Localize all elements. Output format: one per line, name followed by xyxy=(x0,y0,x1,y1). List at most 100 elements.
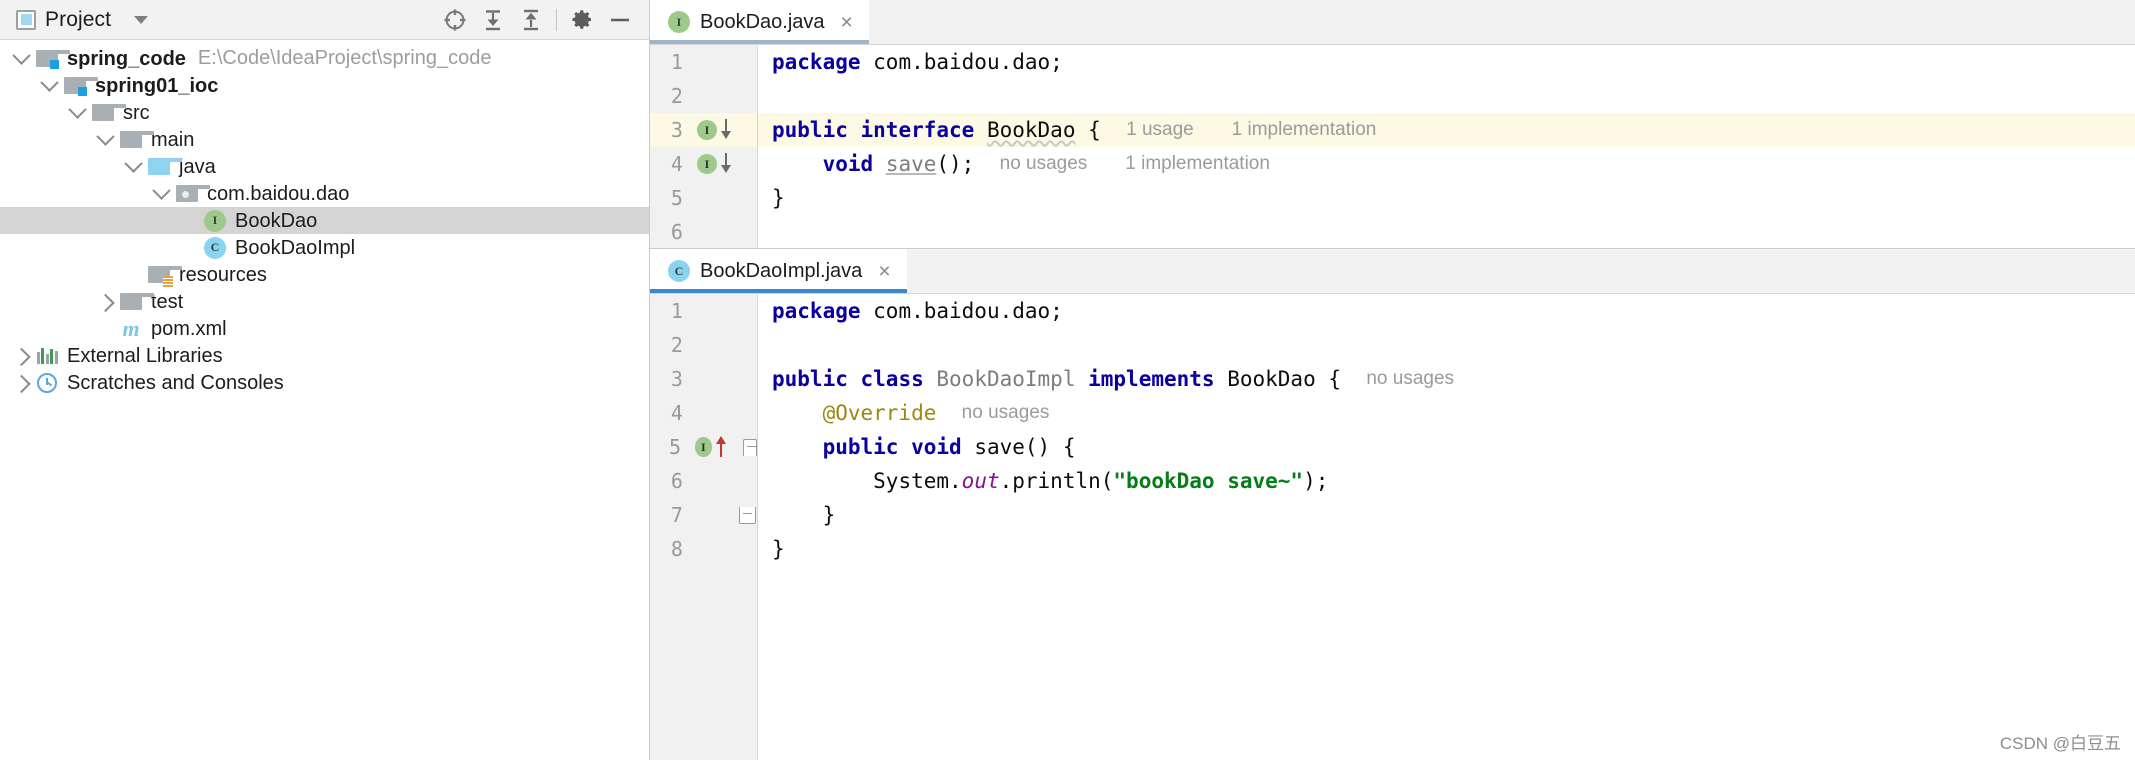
tree-row-bookdao[interactable]: IBookDao xyxy=(0,207,649,234)
inlay-hint-usages[interactable]: 1 usage xyxy=(1126,119,1194,141)
editor-pane-bookdaoimpl: C BookDaoImpl.java × 1 2 3 4 5 I xyxy=(650,249,2135,760)
code-line: package com.baidou.dao; xyxy=(758,45,2135,79)
gutter-line: 5 I xyxy=(650,430,757,464)
resources-folder-icon xyxy=(146,264,172,286)
gutter-marker[interactable]: I xyxy=(687,119,757,141)
fold-region-start-icon[interactable] xyxy=(743,439,757,456)
keyword-public: public xyxy=(772,367,848,391)
class-icon: C xyxy=(202,237,228,259)
code-area-bookdao[interactable]: 1 2 3 I 4 I 5 6 xyxy=(650,45,2135,248)
close-icon[interactable]: × xyxy=(878,261,890,282)
chevron-down-icon[interactable] xyxy=(64,106,90,119)
chevron-down-icon[interactable] xyxy=(134,16,148,24)
brace: } xyxy=(772,537,785,561)
overriding-method-icon[interactable]: I xyxy=(695,437,712,457)
inlay-hint-usages[interactable]: no usages xyxy=(1366,368,1454,390)
tree-row-spring_code[interactable]: spring_codeE:\Code\IdeaProject\spring_co… xyxy=(0,45,649,72)
tab-label: BookDaoImpl.java xyxy=(700,260,862,283)
tree-row-label: BookDaoImpl xyxy=(235,237,355,259)
inlay-hint-usages[interactable]: no usages xyxy=(1000,153,1088,175)
folder-icon xyxy=(90,102,116,124)
line-number: 5 xyxy=(650,435,685,459)
tree-row-src[interactable]: src xyxy=(0,99,649,126)
project-title-group[interactable]: Project xyxy=(16,8,148,32)
tree-row-java[interactable]: java xyxy=(0,153,649,180)
gutter-bookdaoimpl[interactable]: 1 2 3 4 5 I 6 7 xyxy=(650,294,758,760)
gutter-marker[interactable]: I xyxy=(685,436,757,458)
tree-row-label: resources xyxy=(179,264,267,286)
class-icon: C xyxy=(668,260,690,282)
tree-row-label: java xyxy=(179,156,216,178)
tree-row-label: spring01_ioc xyxy=(95,75,218,97)
chevron-down-icon[interactable] xyxy=(120,160,146,173)
tree-row-main[interactable]: main xyxy=(0,126,649,153)
implemented-interface-icon[interactable]: I xyxy=(697,120,717,140)
chevron-right-icon[interactable] xyxy=(8,349,34,362)
fold-region-end-icon[interactable] xyxy=(739,507,756,524)
tab-bookdaoimpl-java[interactable]: C BookDaoImpl.java × xyxy=(650,249,907,293)
gutter-line: 2 xyxy=(650,79,757,113)
tree-row-resources[interactable]: resources xyxy=(0,261,649,288)
package-name: com.baidou.dao; xyxy=(861,50,1063,74)
inlay-hint-usages[interactable]: no usages xyxy=(962,402,1050,424)
chevron-right-icon[interactable] xyxy=(8,376,34,389)
tree-row-test[interactable]: test xyxy=(0,288,649,315)
println-call: .println( xyxy=(1000,469,1114,493)
chevron-down-icon[interactable] xyxy=(8,52,34,65)
keyword-interface: interface xyxy=(861,118,975,142)
source-root-folder-icon xyxy=(146,156,172,178)
line-number: 3 xyxy=(650,118,687,142)
project-tree[interactable]: spring_codeE:\Code\IdeaProject\spring_co… xyxy=(0,40,649,760)
gear-icon[interactable] xyxy=(563,4,601,36)
method-signature-tail: () { xyxy=(1025,435,1076,459)
gutter-line: 3 I xyxy=(650,113,757,147)
tree-row-label: com.baidou.dao xyxy=(207,183,349,205)
arrow-down-icon xyxy=(719,153,733,175)
gutter-bookdao[interactable]: 1 2 3 I 4 I 5 6 xyxy=(650,45,758,248)
gutter-line: 6 xyxy=(650,464,757,498)
code-text-bookdao[interactable]: package com.baidou.dao; public interface… xyxy=(758,45,2135,248)
maven-icon: m xyxy=(118,318,144,340)
chevron-down-icon[interactable] xyxy=(148,187,174,200)
gutter-marker[interactable]: I xyxy=(687,153,757,175)
expand-all-icon[interactable] xyxy=(474,4,512,36)
tree-row-label: src xyxy=(123,102,150,124)
chevron-right-icon[interactable] xyxy=(92,295,118,308)
gutter-line: 3 xyxy=(650,362,757,396)
editor-area: I BookDao.java × 1 2 3 I 4 xyxy=(650,0,2135,760)
keyword-public: public xyxy=(823,435,899,459)
tree-row-external-libraries[interactable]: External Libraries xyxy=(0,342,649,369)
tree-row-label: Scratches and Consoles xyxy=(67,372,284,394)
tree-row-bookdaoimpl[interactable]: C BookDaoImpl xyxy=(0,234,649,261)
package-folder-icon xyxy=(174,183,200,205)
tree-row-scratches-and-consoles[interactable]: Scratches and Consoles xyxy=(0,369,649,396)
minimize-icon[interactable] xyxy=(601,4,639,36)
collapse-all-icon[interactable] xyxy=(512,4,550,36)
tree-row-pom-xml[interactable]: mpom.xml xyxy=(0,315,649,342)
code-area-bookdaoimpl[interactable]: 1 2 3 4 5 I 6 7 xyxy=(650,294,2135,760)
inlay-hint-implementations[interactable]: 1 implementation xyxy=(1125,153,1270,175)
line-number: 5 xyxy=(650,186,687,210)
out-field: out xyxy=(962,469,1000,493)
interface-icon: I xyxy=(202,210,228,232)
code-text-bookdaoimpl[interactable]: package com.baidou.dao; public class Boo… xyxy=(758,294,2135,760)
tree-row-label: main xyxy=(151,129,194,151)
annotation-override: @Override xyxy=(823,401,937,425)
chevron-down-icon[interactable] xyxy=(92,133,118,146)
code-line: System.out.println("bookDao save~"); xyxy=(758,464,2135,498)
method-parens: (); xyxy=(936,152,974,176)
gutter-line: 1 xyxy=(650,45,757,79)
brace: { xyxy=(1328,367,1341,391)
code-line: package com.baidou.dao; xyxy=(758,294,2135,328)
inlay-hint-implementations[interactable]: 1 implementation xyxy=(1232,119,1377,141)
close-icon[interactable]: × xyxy=(841,12,853,33)
locate-target-icon[interactable] xyxy=(436,4,474,36)
chevron-down-icon[interactable] xyxy=(36,79,62,92)
tree-row-spring01_ioc[interactable]: spring01_ioc xyxy=(0,72,649,99)
project-window-icon xyxy=(16,10,36,30)
tree-row-com-baidou-dao[interactable]: com.baidou.dao xyxy=(0,180,649,207)
code-line: @Override no usages xyxy=(758,396,2135,430)
implemented-method-icon[interactable]: I xyxy=(697,154,717,174)
gutter-marker[interactable] xyxy=(687,507,757,524)
tab-bookdao-java[interactable]: I BookDao.java × xyxy=(650,0,869,44)
